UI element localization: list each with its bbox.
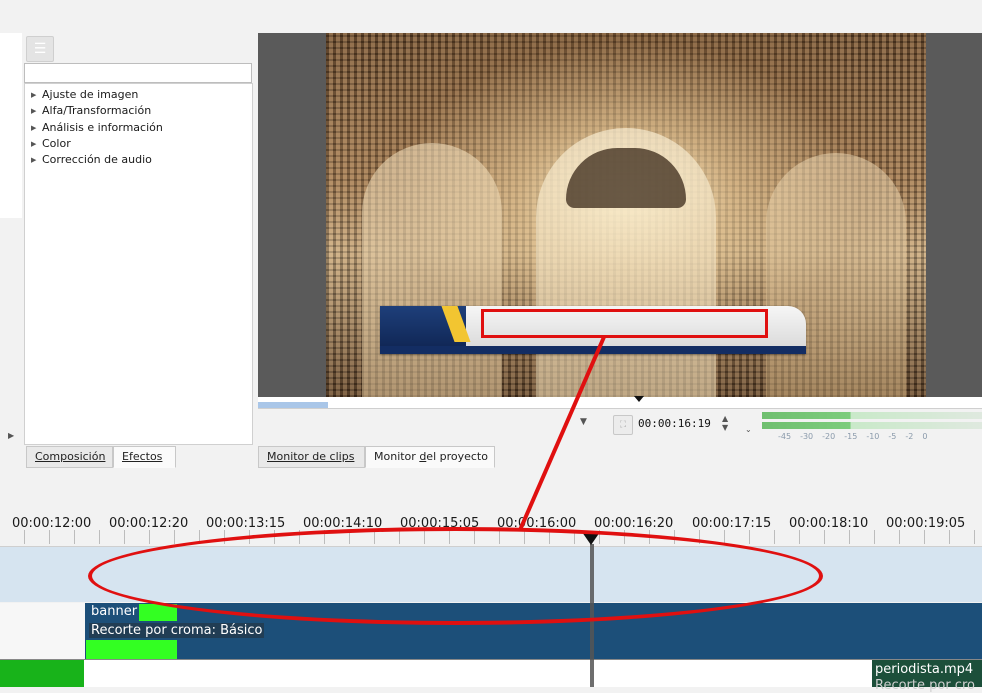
annotation-red-ellipse — [88, 527, 823, 625]
zoom-fit-icon[interactable]: ⛶ — [613, 415, 633, 435]
tree-item-label: Análisis e información — [42, 120, 163, 134]
tab-project-monitor[interactable]: Monitor del proyecto — [365, 446, 495, 468]
clip-name: banner — [89, 604, 140, 619]
clip-name: periodista.mp4 — [875, 662, 974, 677]
tree-item-image-adjust[interactable]: ▶ Ajuste de imagen — [25, 87, 252, 103]
tree-item-label: Ajuste de imagen — [42, 88, 139, 101]
audio-meter-scale: -45 -30 -20 -15 -10 -5 -2 0 — [778, 432, 936, 441]
effects-search-input[interactable] — [24, 63, 252, 83]
meter-label: 0 — [922, 432, 928, 441]
banner-bottom-bar — [380, 346, 806, 354]
tree-item-alpha-transform[interactable]: ▶ Alfa/Transformación — [25, 103, 252, 119]
tree-item-analysis[interactable]: ▶ Análisis e información — [25, 120, 252, 136]
arch-decoration-left — [362, 143, 502, 397]
expand-arrow-icon[interactable]: ▶ — [31, 137, 42, 152]
meter-label: -2 — [905, 432, 914, 441]
meter-label: -15 — [844, 432, 858, 441]
meter-label: -5 — [888, 432, 897, 441]
audio-meter-channel-left — [762, 412, 982, 419]
tree-item-label: Alfa/Transformación — [42, 104, 152, 118]
list-view-icon[interactable]: ☰ — [26, 36, 54, 62]
monitor-timecode[interactable]: 00:00:16:19 — [638, 413, 728, 435]
ruler-label: 00:00:12:00 — [12, 516, 92, 531]
expand-arrow-icon[interactable]: ▶ — [31, 153, 42, 168]
tab-clip-monitor[interactable]: Monitor de clips — [258, 446, 365, 468]
meter-label: -10 — [866, 432, 880, 441]
meter-label: -45 — [778, 432, 792, 441]
monitor-ruler[interactable] — [258, 397, 982, 409]
ruler-label: 00:00:12:20 — [109, 516, 189, 531]
tree-item-audio-correction[interactable]: ▶ Corrección de audio — [25, 152, 252, 168]
annotation-red-rectangle — [481, 309, 768, 338]
clip-green[interactable] — [0, 660, 84, 687]
expand-arrow-icon[interactable]: ▶ — [31, 88, 42, 103]
tab-composition[interactable]: Composición — [26, 446, 113, 468]
clip-effect-label: Recorte por croma: Básico — [89, 623, 265, 638]
timecode-spin-icon[interactable]: ▲ ▼ — [722, 414, 728, 432]
ruler-label: 00:00:18:10 — [789, 516, 869, 531]
chevron-down-icon[interactable]: ⌄ — [745, 425, 752, 434]
ruler-label: 00:00:17:15 — [692, 516, 772, 531]
tab-effects[interactable]: Efectos — [113, 446, 176, 468]
expand-arrow-icon[interactable]: ▶ — [31, 104, 42, 119]
clip-effect-label: Recorte por cro — [875, 678, 975, 693]
audio-meter-channel-right — [762, 422, 982, 429]
scroll-left-arrow-icon[interactable]: ▶ — [8, 431, 14, 440]
ruler-label: 00:00:16:20 — [594, 516, 674, 531]
tree-item-label: Color — [42, 136, 71, 150]
monitor-zone-selection — [258, 402, 328, 408]
audio-level-meter — [762, 412, 982, 434]
arch-decoration-right — [766, 153, 906, 397]
monitor-position-marker[interactable] — [634, 396, 644, 402]
tree-item-color[interactable]: ▶ Color — [25, 136, 252, 152]
ruler-label: 00:00:19:05 — [886, 516, 966, 531]
left-strip — [0, 33, 22, 218]
chevron-down-icon[interactable]: ▼ — [580, 417, 587, 427]
timeline-track-video[interactable] — [0, 660, 982, 687]
tree-item-label: Corrección de audio — [42, 153, 152, 167]
meter-label: -30 — [800, 432, 814, 441]
meter-label: -20 — [822, 432, 836, 441]
effects-tree: ▶ Ajuste de imagen ▶ Alfa/Transformación ▶… — [24, 83, 253, 445]
clip-keyframe-marker — [86, 640, 177, 659]
ruler-label: 00:00:13:15 — [206, 516, 286, 531]
expand-arrow-icon[interactable]: ▶ — [31, 121, 42, 136]
